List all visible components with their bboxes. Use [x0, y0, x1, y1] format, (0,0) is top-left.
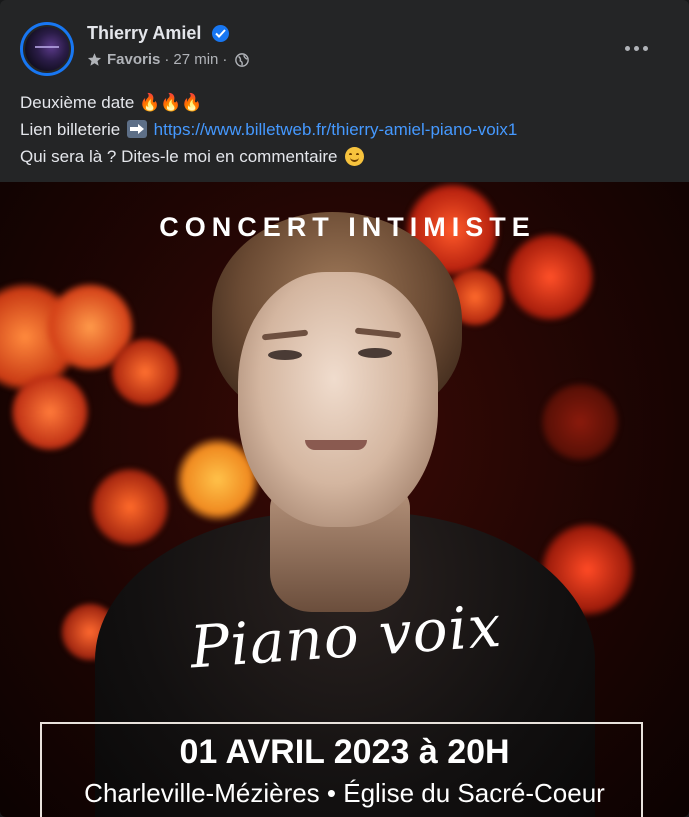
post-line-1-text: Deuxième date — [20, 93, 140, 112]
avatar-image — [23, 25, 71, 73]
avatar-logo — [35, 46, 59, 48]
verified-icon — [212, 25, 229, 42]
right-arrow-emoji — [126, 120, 147, 138]
more-options-button[interactable] — [618, 30, 654, 66]
post-line-2: Lien billeterie https://www.billetweb.fr… — [20, 116, 680, 143]
smiling-face-emoji — [345, 147, 365, 166]
bokeh-light — [90, 467, 170, 547]
person-face — [238, 272, 438, 527]
post-line-1: Deuxième date 🔥🔥🔥 — [20, 89, 680, 116]
person-eye — [268, 350, 302, 360]
more-icon-dot — [624, 45, 630, 51]
more-icon-dot — [633, 45, 639, 51]
post-text: Deuxième date 🔥🔥🔥 Lien billeterie https:… — [20, 89, 680, 170]
meta-separator: · — [164, 51, 170, 68]
poster-title: CONCERT INTIMISTE — [159, 212, 536, 242]
star-icon — [87, 53, 102, 66]
post-line-3-text: Qui sera là ? Dites-le moi en commentair… — [20, 147, 343, 166]
facebook-post: Thierry Amiel Favoris · 27 min · Deuxièm… — [0, 0, 689, 817]
bokeh-light — [10, 372, 90, 452]
post-meta: Favoris · 27 min · — [87, 51, 250, 68]
post-line-2-text: Lien billeterie — [20, 120, 125, 139]
author-name[interactable]: Thierry Amiel — [87, 23, 201, 44]
audience-label[interactable]: Favoris — [107, 51, 160, 68]
fire-emoji: 🔥🔥🔥 — [139, 93, 203, 112]
post-image[interactable]: CONCERT INTIMISTE Piano voix 01 AVRIL 20… — [0, 182, 689, 817]
poster-date: 01 AVRIL 2023 à 20H — [179, 733, 510, 771]
poster-venue: Charleville-Mézières • Église du Sacré-C… — [84, 778, 605, 808]
meta-separator-2: · — [222, 51, 228, 68]
person-eye — [358, 348, 392, 358]
avatar[interactable] — [20, 22, 74, 76]
bokeh-light — [110, 337, 180, 407]
globe-icon[interactable] — [235, 52, 250, 67]
more-icon-dot — [642, 45, 648, 51]
bokeh-light — [505, 232, 595, 322]
ticket-link[interactable]: https://www.billetweb.fr/thierry-amiel-p… — [154, 120, 518, 139]
post-time[interactable]: 27 min — [173, 51, 218, 68]
person-mouth — [305, 440, 367, 450]
post-line-3: Qui sera là ? Dites-le moi en commentair… — [20, 143, 680, 170]
bokeh-light — [540, 382, 620, 462]
